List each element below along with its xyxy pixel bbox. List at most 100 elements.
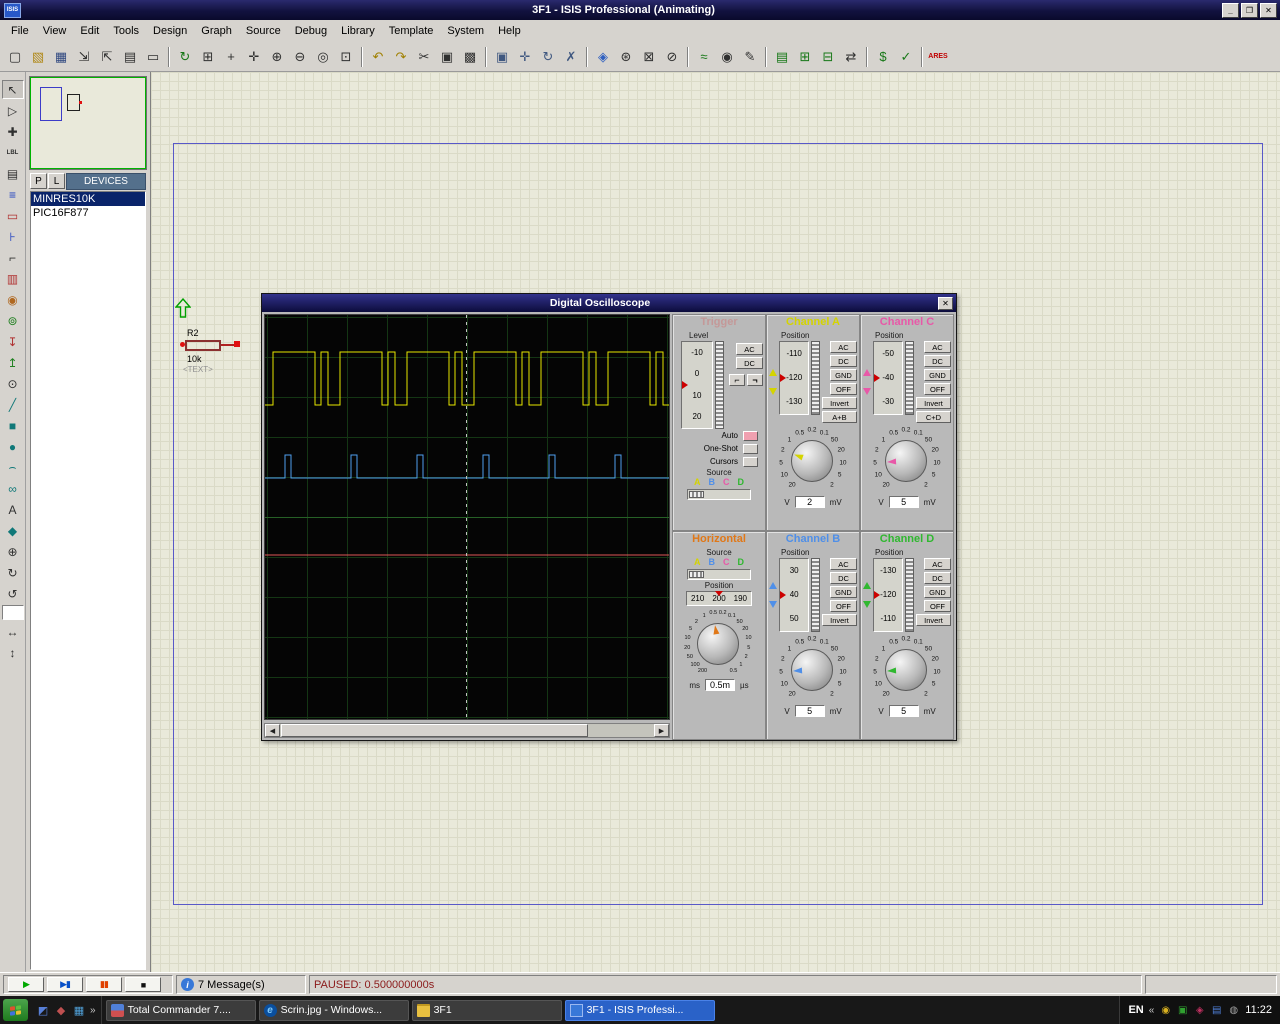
task-3f1-folder[interactable]: 3F1 xyxy=(412,1000,562,1021)
source-channel-c[interactable]: C xyxy=(723,557,730,568)
bill-of-materials-button[interactable]: $ xyxy=(872,46,894,68)
design-preview[interactable] xyxy=(30,77,146,169)
circle-2d-button[interactable]: ● xyxy=(2,437,24,456)
channel-b-ac-button[interactable]: AC xyxy=(830,558,857,570)
task-scrin-jpg[interactable]: eScrin.jpg - Windows... xyxy=(259,1000,409,1021)
zoom-area-button[interactable]: ⊡ xyxy=(335,46,357,68)
line-2d-button[interactable]: ╱ xyxy=(2,395,24,414)
goto-sheet-button[interactable]: ⇄ xyxy=(840,46,862,68)
channel-c-position-slider[interactable] xyxy=(905,341,914,415)
channel-c-invert-button[interactable]: Invert xyxy=(916,397,951,409)
play-button[interactable]: ▶ xyxy=(8,977,44,992)
close-button[interactable]: ✕ xyxy=(1260,3,1277,18)
trigger-cursors-button[interactable] xyxy=(743,457,758,467)
task-3f1-isis[interactable]: 3F1 - ISIS Professi... xyxy=(565,1000,715,1021)
menu-file[interactable]: File xyxy=(4,22,36,40)
menu-library[interactable]: Library xyxy=(334,22,382,40)
minimize-button[interactable]: _ xyxy=(1222,3,1239,18)
trigger-ac-button[interactable]: AC xyxy=(736,343,763,355)
channel-b-dc-button[interactable]: DC xyxy=(830,572,857,584)
paste-button[interactable]: ▩ xyxy=(459,46,481,68)
horizontal-source-thumb[interactable] xyxy=(689,571,704,578)
arc-2d-button[interactable]: ⌢ xyxy=(2,458,24,477)
menu-system[interactable]: System xyxy=(440,22,491,40)
menu-source[interactable]: Source xyxy=(239,22,288,40)
channel-d-dc-button[interactable]: DC xyxy=(924,572,951,584)
rotate-clockwise-button[interactable]: ↻ xyxy=(2,563,24,582)
component-mode-button[interactable]: ▷ xyxy=(2,101,24,120)
language-indicator[interactable]: EN xyxy=(1128,1004,1143,1016)
source-channel-a[interactable]: A xyxy=(694,557,701,568)
oscilloscope-titlebar[interactable]: Digital Oscilloscope ✕ xyxy=(262,294,956,312)
channel-d-invert-button[interactable]: Invert xyxy=(916,614,951,626)
channel-c-ac-button[interactable]: AC xyxy=(924,341,951,353)
virtual-instrument-mode-button[interactable]: ⊙ xyxy=(2,374,24,393)
menu-debug[interactable]: Debug xyxy=(288,22,334,40)
task-total-commander[interactable]: Total Commander 7.... xyxy=(106,1000,256,1021)
export-section-button[interactable]: ⇱ xyxy=(96,46,118,68)
remove-sheet-button[interactable]: ⊟ xyxy=(817,46,839,68)
pick-devices-button[interactable]: P xyxy=(30,173,47,189)
tray-icon-1[interactable]: ◉ xyxy=(1159,1004,1172,1017)
channel-b-position-up-arrow[interactable] xyxy=(769,582,777,589)
channel-c-position-up-arrow[interactable] xyxy=(863,369,871,376)
library-manage-button[interactable]: L xyxy=(48,173,65,189)
tray-chevron-icon[interactable]: « xyxy=(1149,1005,1155,1016)
tray-icon-3[interactable]: ◈ xyxy=(1193,1004,1206,1017)
stop-button[interactable]: ■ xyxy=(125,977,161,992)
pause-button[interactable]: ▮▮ xyxy=(86,977,122,992)
scrollbar-thumb[interactable] xyxy=(281,724,588,737)
print-button[interactable]: ▤ xyxy=(119,46,141,68)
text-script-mode-button[interactable]: ▤ xyxy=(2,164,24,183)
menu-tools[interactable]: Tools xyxy=(106,22,146,40)
channel-b-position-down-arrow[interactable] xyxy=(769,601,777,608)
trigger-auto-button[interactable] xyxy=(743,431,758,441)
clock[interactable]: 11:22 xyxy=(1245,1004,1272,1016)
channel-a-position-slider[interactable] xyxy=(811,341,820,415)
rotate-anticlockwise-button[interactable]: ↺ xyxy=(2,584,24,603)
channel-d-position-up-arrow[interactable] xyxy=(863,582,871,589)
wire-label-mode-button[interactable]: LBL xyxy=(2,143,24,162)
channel-a-position-down-arrow[interactable] xyxy=(769,388,777,395)
menu-template[interactable]: Template xyxy=(382,22,441,40)
make-device-button[interactable]: ⊛ xyxy=(615,46,637,68)
design-explorer-button[interactable]: ▤ xyxy=(771,46,793,68)
source-channel-d[interactable]: D xyxy=(738,477,745,488)
channel-d-position-slider[interactable] xyxy=(905,558,914,632)
quick-launch-icon-2[interactable]: ◆ xyxy=(54,1003,68,1017)
mark-output-area-button[interactable]: ▭ xyxy=(142,46,164,68)
channel-b-off-button[interactable]: OFF xyxy=(830,600,857,612)
start-button[interactable] xyxy=(3,999,28,1021)
cursor-button[interactable]: ✛ xyxy=(243,46,265,68)
search-tag-button[interactable]: ◉ xyxy=(716,46,738,68)
toggle-grid-button[interactable]: ⊞ xyxy=(197,46,219,68)
import-section-button[interactable]: ⇲ xyxy=(73,46,95,68)
zoom-in-button[interactable]: ⊕ xyxy=(266,46,288,68)
channel-b-gain-knob[interactable]: 20105210.50.20.150201052 xyxy=(769,634,857,704)
subcircuit-mode-button[interactable]: ▭ xyxy=(2,206,24,225)
channel-a-ac-button[interactable]: AC xyxy=(830,341,857,353)
voltage-probe-mode-button[interactable]: ↧ xyxy=(2,332,24,351)
source-channel-d[interactable]: D xyxy=(738,557,745,568)
message-panel[interactable]: i 7 Message(s) xyxy=(176,975,306,994)
redo-button[interactable]: ↷ xyxy=(390,46,412,68)
source-channel-a[interactable]: A xyxy=(694,477,701,488)
channel-d-gnd-button[interactable]: GND xyxy=(924,586,951,598)
decompose-button[interactable]: ⊘ xyxy=(661,46,683,68)
device-item-minres10k[interactable]: MINRES10K xyxy=(31,192,145,206)
rising-edge-button[interactable]: ⌐ xyxy=(729,374,745,386)
menu-design[interactable]: Design xyxy=(146,22,194,40)
trigger-level-slider[interactable] xyxy=(715,341,724,429)
falling-edge-button[interactable]: ¬ xyxy=(747,374,763,386)
scroll-right-icon[interactable]: ▶ xyxy=(654,724,669,737)
scrollbar-track[interactable] xyxy=(280,724,654,737)
block-move-button[interactable]: ✛ xyxy=(514,46,536,68)
horizontal-source-slider[interactable] xyxy=(687,569,751,580)
netlist-to-ares-button[interactable]: ARES xyxy=(927,46,949,68)
trigger-one-shot-button[interactable] xyxy=(743,444,758,454)
current-probe-mode-button[interactable]: ↥ xyxy=(2,353,24,372)
channel-b-position-slider[interactable] xyxy=(811,558,820,632)
terminal-arrow-icon[interactable] xyxy=(175,298,191,318)
zoom-all-button[interactable]: ◎ xyxy=(312,46,334,68)
copy-button[interactable]: ▣ xyxy=(436,46,458,68)
